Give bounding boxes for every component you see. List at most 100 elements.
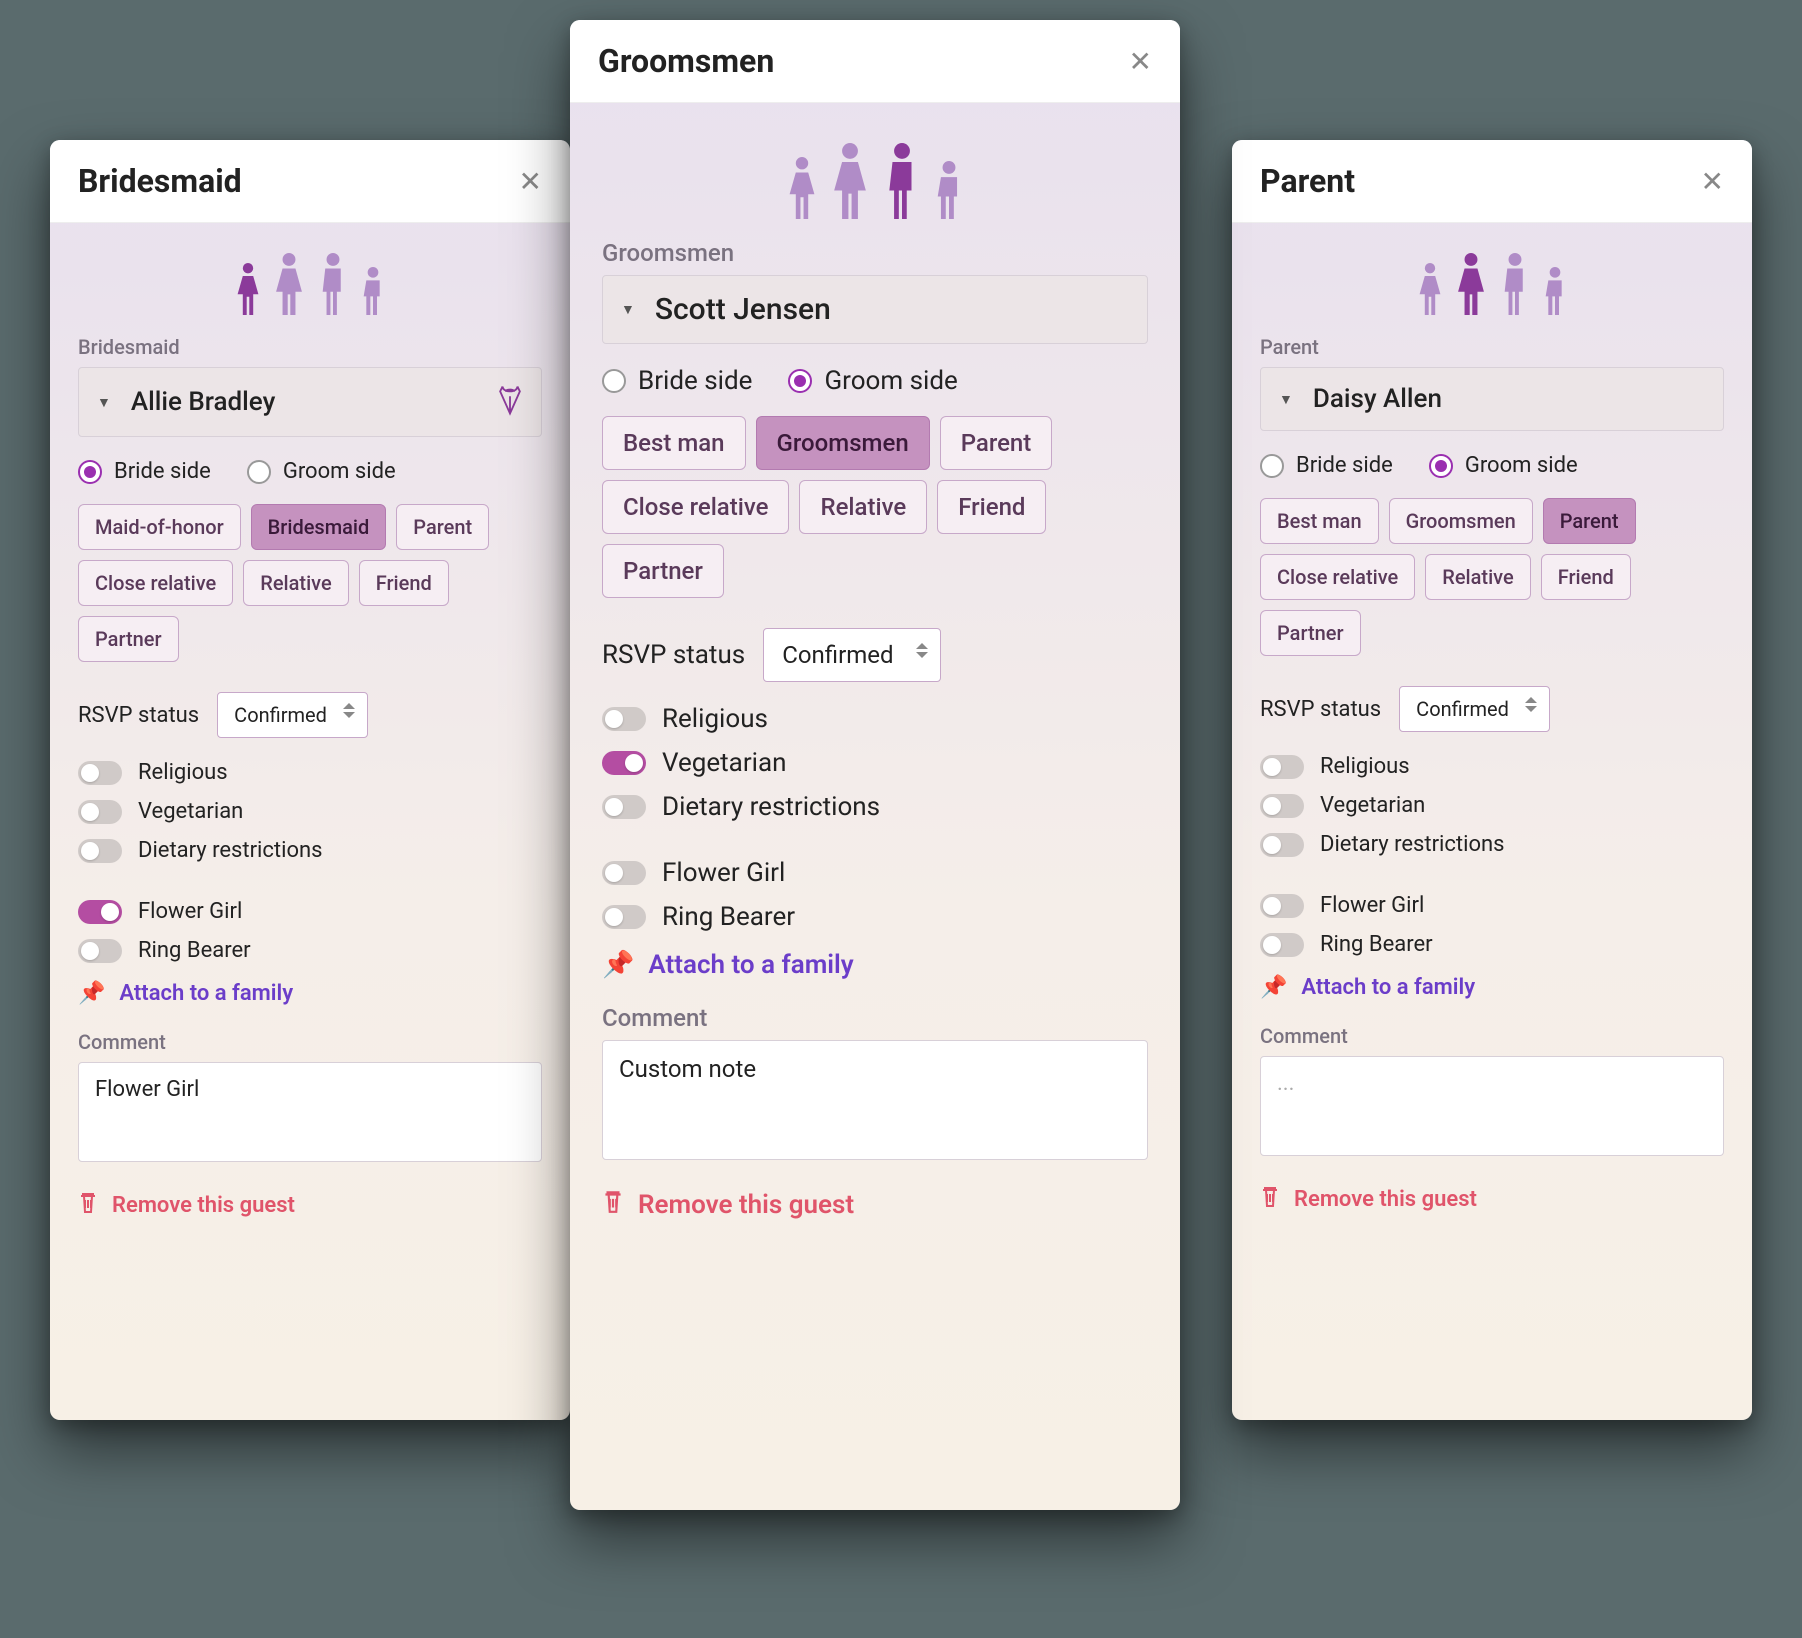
- remove-guest-button[interactable]: Remove this guest: [602, 1188, 1148, 1221]
- boy-icon[interactable]: [360, 267, 386, 315]
- ring-bearer-toggle[interactable]: [1260, 933, 1304, 957]
- role-chip[interactable]: Friend: [1541, 554, 1631, 600]
- boy-icon[interactable]: [1542, 267, 1568, 315]
- role-chip[interactable]: Bridesmaid: [251, 504, 387, 550]
- guest-name-select[interactable]: ▼ Allie Bradley: [78, 367, 542, 437]
- side-radio-group: Bride side Groom side: [1260, 453, 1724, 478]
- role-chip[interactable]: Best man: [1260, 498, 1379, 544]
- card-header: Bridesmaid ✕: [50, 140, 570, 223]
- remove-guest-button[interactable]: Remove this guest: [1260, 1184, 1724, 1214]
- bride-side-radio[interactable]: Bride side: [602, 366, 752, 396]
- religious-toggle-row: Religious: [602, 704, 1148, 734]
- role-chip[interactable]: Groomsmen: [1389, 498, 1533, 544]
- religious-toggle-row: Religious: [78, 760, 542, 785]
- girl-icon[interactable]: [785, 157, 819, 219]
- ring-bearer-toggle-row: Ring Bearer: [602, 902, 1148, 932]
- religious-toggle[interactable]: [602, 707, 646, 731]
- bride-side-radio[interactable]: Bride side: [78, 459, 211, 484]
- woman-icon[interactable]: [272, 253, 306, 315]
- role-chip[interactable]: Relative: [243, 560, 348, 606]
- role-chip[interactable]: Relative: [1425, 554, 1530, 600]
- role-chip[interactable]: Close relative: [78, 560, 233, 606]
- rsvp-select[interactable]: Confirmed: [1399, 686, 1550, 732]
- dietary-toggle-row: Dietary restrictions: [1260, 832, 1724, 857]
- vegetarian-toggle[interactable]: [1260, 794, 1304, 818]
- role-chip[interactable]: Partner: [1260, 610, 1361, 656]
- woman-icon[interactable]: [829, 143, 871, 219]
- bride-side-radio[interactable]: Bride side: [1260, 453, 1393, 478]
- role-field-label: Parent: [1260, 335, 1724, 359]
- trash-icon: [1260, 1184, 1280, 1214]
- role-chip[interactable]: Parent: [396, 504, 489, 550]
- comment-input[interactable]: Custom note: [602, 1040, 1148, 1160]
- man-icon[interactable]: [881, 143, 923, 219]
- role-field-label: Groomsmen: [602, 239, 1148, 267]
- girl-icon[interactable]: [1416, 263, 1444, 315]
- close-icon[interactable]: ✕: [519, 165, 542, 198]
- attach-family-link[interactable]: 📌 Attach to a family: [1260, 975, 1724, 1000]
- guest-card-groomsmen: Groomsmen ✕ Groomsmen ▼ Scott Jensen Bri…: [570, 20, 1180, 1510]
- guest-card-bridesmaid: Bridesmaid ✕ Bridesmaid ▼ Allie Bradley …: [50, 140, 570, 1420]
- role-chip-group: Best man Groomsmen Parent Close relative…: [1260, 498, 1724, 656]
- role-chip[interactable]: Parent: [1543, 498, 1636, 544]
- flower-girl-toggle-row: Flower Girl: [1260, 893, 1724, 918]
- groom-side-radio[interactable]: Groom side: [247, 459, 396, 484]
- close-icon[interactable]: ✕: [1129, 45, 1152, 78]
- groom-side-radio[interactable]: Groom side: [1429, 453, 1578, 478]
- role-chip[interactable]: Friend: [937, 480, 1046, 534]
- close-icon[interactable]: ✕: [1701, 165, 1724, 198]
- dietary-toggle[interactable]: [1260, 833, 1304, 857]
- trash-icon: [78, 1190, 98, 1220]
- comment-input[interactable]: Flower Girl: [78, 1062, 542, 1162]
- ring-bearer-toggle[interactable]: [602, 905, 646, 929]
- comment-input[interactable]: ...: [1260, 1056, 1724, 1156]
- trash-icon: [602, 1188, 624, 1221]
- woman-icon[interactable]: [1454, 253, 1488, 315]
- side-radio-group: Bride side Groom side: [78, 459, 542, 484]
- religious-toggle-row: Religious: [1260, 754, 1724, 779]
- rsvp-label: RSVP status: [1260, 697, 1381, 722]
- role-chip[interactable]: Relative: [799, 480, 927, 534]
- groom-side-radio[interactable]: Groom side: [788, 366, 957, 396]
- guest-card-parent: Parent ✕ Parent ▼ Daisy Allen Bride side…: [1232, 140, 1752, 1420]
- role-chip[interactable]: Parent: [940, 416, 1053, 470]
- vegetarian-toggle-row: Vegetarian: [1260, 793, 1724, 818]
- guest-name: Scott Jensen: [655, 292, 1129, 327]
- flower-girl-toggle[interactable]: [78, 900, 122, 924]
- vegetarian-toggle[interactable]: [602, 751, 646, 775]
- role-chip[interactable]: Close relative: [602, 480, 789, 534]
- attach-family-link[interactable]: 📌 Attach to a family: [602, 950, 1148, 980]
- dietary-toggle[interactable]: [602, 795, 646, 819]
- role-chip[interactable]: Partner: [78, 616, 179, 662]
- ring-bearer-toggle-row: Ring Bearer: [78, 938, 542, 963]
- pin-icon: 📌: [78, 981, 105, 1006]
- vegetarian-toggle[interactable]: [78, 800, 122, 824]
- role-chip[interactable]: Best man: [602, 416, 746, 470]
- guest-name-select[interactable]: ▼ Daisy Allen: [1260, 367, 1724, 431]
- rsvp-select[interactable]: Confirmed: [217, 692, 368, 738]
- role-chip[interactable]: Maid-of-honor: [78, 504, 241, 550]
- role-chip-group: Maid-of-honor Bridesmaid Parent Close re…: [78, 504, 542, 662]
- rsvp-row: RSVP status Confirmed: [78, 692, 542, 738]
- religious-toggle[interactable]: [1260, 755, 1304, 779]
- guest-name-select[interactable]: ▼ Scott Jensen: [602, 275, 1148, 344]
- religious-toggle[interactable]: [78, 761, 122, 785]
- attach-family-link[interactable]: 📌 Attach to a family: [78, 981, 542, 1006]
- role-chip[interactable]: Friend: [359, 560, 449, 606]
- man-icon[interactable]: [1498, 253, 1532, 315]
- rsvp-row: RSVP status Confirmed: [602, 628, 1148, 682]
- ring-bearer-toggle[interactable]: [78, 939, 122, 963]
- role-chip[interactable]: Groomsmen: [756, 416, 930, 470]
- rsvp-select[interactable]: Confirmed: [763, 628, 940, 682]
- card-body: Groomsmen ▼ Scott Jensen Bride side Groo…: [570, 103, 1180, 1245]
- role-chip[interactable]: Partner: [602, 544, 724, 598]
- boy-icon[interactable]: [933, 161, 965, 219]
- dietary-toggle[interactable]: [78, 839, 122, 863]
- flower-girl-toggle[interactable]: [1260, 894, 1304, 918]
- flower-girl-toggle[interactable]: [602, 861, 646, 885]
- role-field-label: Bridesmaid: [78, 335, 542, 359]
- girl-icon[interactable]: [234, 263, 262, 315]
- man-icon[interactable]: [316, 253, 350, 315]
- role-chip[interactable]: Close relative: [1260, 554, 1415, 600]
- remove-guest-button[interactable]: Remove this guest: [78, 1190, 542, 1220]
